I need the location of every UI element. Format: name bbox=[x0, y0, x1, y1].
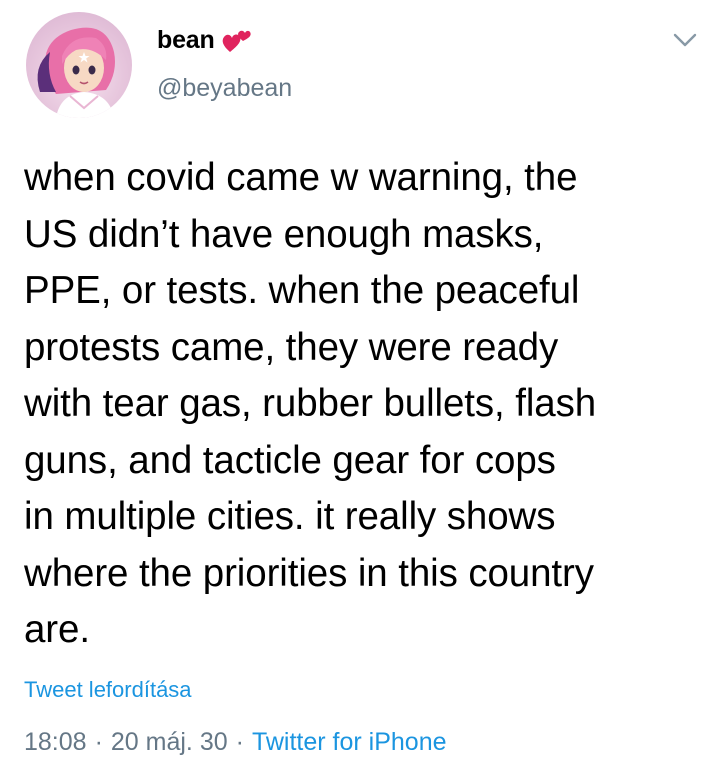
tweet-source-link[interactable]: Twitter for iPhone bbox=[252, 728, 447, 757]
tweet-date: 20 máj. 30 bbox=[110, 728, 228, 756]
author-display-name-row[interactable]: bean bbox=[157, 26, 253, 55]
avatar-illustration bbox=[37, 27, 115, 118]
author-handle[interactable]: @beyabean bbox=[157, 74, 292, 103]
meta-separator: · bbox=[94, 728, 103, 756]
meta-separator-2: · bbox=[235, 728, 244, 756]
avatar[interactable] bbox=[26, 12, 132, 118]
author-display-name[interactable]: bean bbox=[157, 26, 215, 55]
tweet-text: when covid came w warning, the US didn’t… bbox=[24, 156, 597, 651]
chevron-down-icon[interactable] bbox=[672, 30, 698, 50]
tweet-time: 18:08 bbox=[24, 728, 87, 756]
two-hearts-emoji-icon bbox=[221, 27, 253, 55]
translate-tweet-link[interactable]: Tweet lefordítása bbox=[24, 677, 192, 703]
tweet-metadata: 18:08 · 20 máj. 30 · Twitter for iPhone bbox=[24, 728, 447, 757]
